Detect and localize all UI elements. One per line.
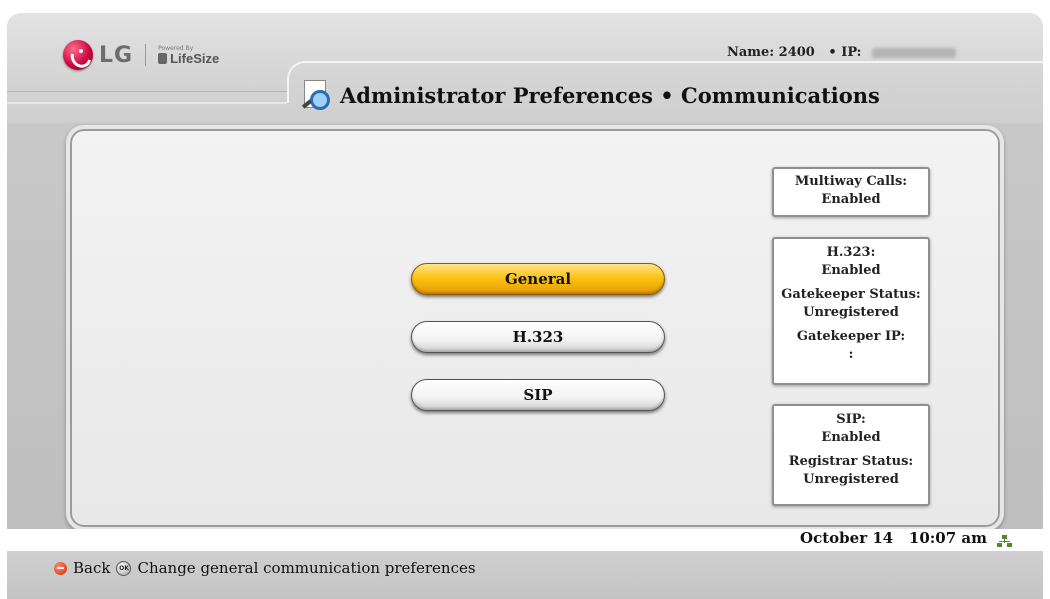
multiway-status-box: Multiway Calls: Enabled (772, 167, 930, 217)
brand-logo: LG Powered By LifeSize (63, 40, 219, 72)
sip-status-box: SIP: Enabled Registrar Status: Unregiste… (772, 404, 930, 506)
gatekeeper-ip-label: Gatekeeper IP: (796, 329, 906, 344)
logo-divider (145, 44, 147, 66)
date-bar: October 14 10:07 am (7, 529, 1043, 551)
menu-button-h323[interactable]: H.323 (411, 321, 665, 353)
back-button-icon (54, 561, 67, 575)
lifesize-text: LifeSize (170, 50, 220, 66)
h323-status-box: H.323: Enabled Gatekeeper Status: Unregi… (772, 237, 930, 385)
menu-button-label: SIP (523, 386, 553, 404)
header: LG Powered By LifeSize Name: 2400 • IP: (7, 13, 1043, 123)
gatekeeper-ip-value: : (848, 347, 854, 362)
lifesize-name: LifeSize (158, 52, 219, 65)
ip-value-redacted (871, 47, 956, 58)
multiway-label: Multiway Calls: (794, 174, 908, 189)
network-status-icon (997, 535, 1013, 547)
lg-logo-text: LG (99, 42, 134, 68)
registrar-status-value: Unregistered (803, 472, 899, 487)
registrar-status-label: Registrar Status: (788, 454, 914, 469)
app-frame: LG Powered By LifeSize Name: 2400 • IP: (7, 13, 1043, 599)
lifesize-logo-icon (158, 52, 168, 64)
ip-label: • IP: (828, 45, 862, 60)
lifesize-logo: Powered By LifeSize (158, 45, 219, 65)
action-hint: Change general communication preferences (137, 559, 476, 577)
menu-button-sip[interactable]: SIP (411, 379, 665, 411)
ok-button-icon: OK (116, 560, 132, 576)
menu-button-label: H.323 (512, 328, 564, 346)
menu-button-label: General (504, 270, 572, 288)
gatekeeper-status-value: Unregistered (803, 305, 899, 320)
multiway-value: Enabled (821, 192, 881, 207)
menu-button-general[interactable]: General (411, 263, 665, 295)
screen: LG Powered By LifeSize Name: 2400 • IP: (0, 0, 1050, 599)
admin-preferences-icon (300, 80, 332, 110)
main-panel: General H.323 SIP Multiway Calls: Enable… (66, 125, 1004, 531)
sip-value: Enabled (821, 430, 881, 445)
h323-value: Enabled (821, 263, 881, 278)
date-time: October 14 10:07 am (800, 529, 987, 547)
page-title-row: Administrator Preferences • Communicatio… (300, 80, 880, 110)
time-text: 10:07 am (908, 529, 987, 547)
footer: October 14 10:07 am Back OK Change gener… (7, 526, 1043, 599)
system-name-ip: Name: 2400 • IP: (727, 45, 956, 60)
sip-label: SIP: (836, 412, 866, 427)
gatekeeper-status-label: Gatekeeper Status: (781, 287, 921, 302)
hint-row: Back OK Change general communication pre… (54, 559, 476, 577)
header-ridge (7, 91, 287, 104)
hint-bar: Back OK Change general communication pre… (7, 551, 1043, 599)
h323-label: H.323: (826, 245, 876, 260)
lg-logo-icon (63, 40, 96, 72)
page-title: Administrator Preferences • Communicatio… (340, 82, 880, 108)
system-name: Name: 2400 (727, 45, 815, 60)
back-hint[interactable]: Back (73, 559, 110, 577)
date-text: October 14 (800, 529, 894, 547)
